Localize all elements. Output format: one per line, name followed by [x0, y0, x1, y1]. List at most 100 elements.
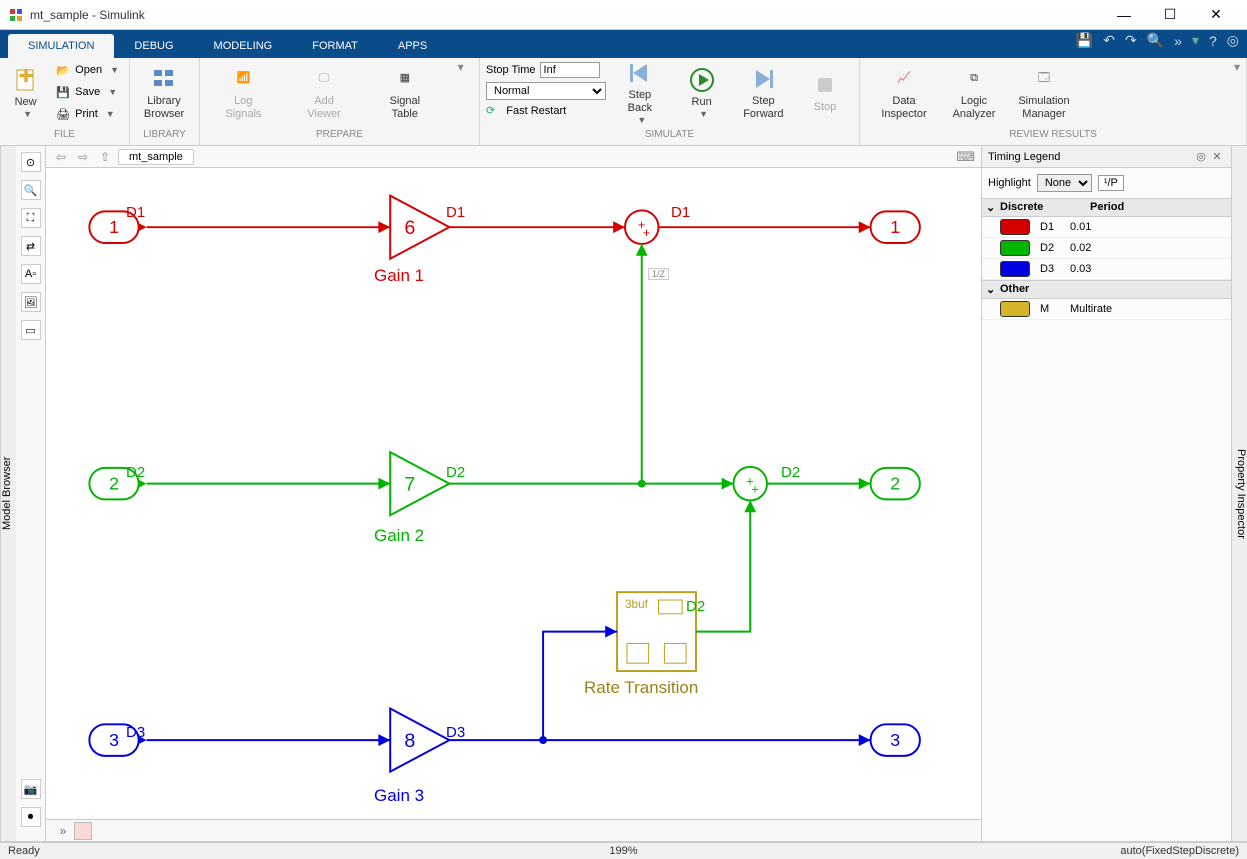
svg-text:✚: ✚ [18, 67, 33, 86]
status-solver[interactable]: auto(FixedStepDiscrete) [724, 845, 1240, 857]
legend-gear-icon[interactable]: ◎ [1193, 150, 1209, 163]
canvas-palette: ⊙ 🔍 ⛶ ⇄ A▫ 🖼 ▭ 📷 ⏺ [16, 146, 46, 841]
title-bar: mt_sample - Simulink — ☐ ✕ [0, 0, 1247, 30]
svg-text:3: 3 [109, 730, 119, 750]
simulation-manager-button[interactable]: 🗔Simulation Manager [1016, 60, 1072, 126]
qat-undo-icon[interactable]: ↶ [1103, 32, 1115, 49]
legend-period: Multirate [1070, 303, 1227, 315]
period-toggle-button[interactable]: ¹/P [1098, 175, 1124, 191]
open-button[interactable]: 📂Open▼ [51, 60, 123, 80]
tab-apps[interactable]: APPS [378, 34, 447, 58]
legend-period: 0.03 [1070, 263, 1227, 275]
period-header: Period [1090, 201, 1124, 214]
qat-help-icon[interactable]: ? [1209, 33, 1217, 49]
run-icon [688, 66, 716, 94]
tab-debug[interactable]: DEBUG [114, 34, 193, 58]
svg-text:8: 8 [404, 730, 415, 752]
step-back-button[interactable]: Step Back▼ [612, 60, 668, 126]
print-button[interactable]: 🖨Print▼ [51, 104, 123, 124]
fast-restart-button[interactable]: ⟳ Fast Restart [486, 104, 606, 117]
other-collapse[interactable]: ⌄ [986, 283, 1000, 296]
legend-period: 0.01 [1070, 221, 1227, 233]
signal-table-button[interactable]: ▦Signal Table [377, 60, 433, 126]
add-viewer-button[interactable]: 🖵Add Viewer [296, 60, 352, 126]
main-area: Model Browser ⊙ 🔍 ⛶ ⇄ A▫ 🖼 ▭ 📷 ⏺ ⇦ ⇨ ⇧ m… [0, 146, 1247, 842]
status-zoom[interactable]: 199% [524, 845, 724, 857]
discrete-collapse[interactable]: ⌄ [986, 201, 1000, 214]
log-signals-button[interactable]: 📶Log Signals [215, 60, 271, 126]
palette-annotation-icon[interactable]: A▫ [21, 264, 41, 284]
logic-analyzer-button[interactable]: ⧉Logic Analyzer [946, 60, 1002, 126]
minimize-button[interactable]: — [1101, 0, 1147, 30]
sig-d2-c: D2 [781, 464, 800, 481]
step-forward-button[interactable]: Step Forward [736, 60, 792, 126]
qat-redo-icon[interactable]: ↷ [1125, 32, 1137, 49]
close-button[interactable]: ✕ [1193, 0, 1239, 30]
maximize-button[interactable]: ☐ [1147, 0, 1193, 30]
legend-close-icon[interactable]: ✕ [1209, 150, 1225, 163]
legend-row[interactable]: M Multirate [982, 299, 1231, 320]
palette-image-icon[interactable]: 🖼 [21, 292, 41, 312]
footer-diagnostics-button[interactable] [74, 822, 92, 840]
highlight-select[interactable]: None [1037, 174, 1092, 192]
library-browser-button[interactable]: Library Browser [136, 60, 192, 126]
stop-button[interactable]: Stop [797, 60, 853, 126]
data-inspector-button[interactable]: 📈Data Inspector [876, 60, 932, 126]
app-icon [8, 7, 24, 23]
svg-text:6: 6 [404, 217, 415, 239]
qat-more-icon[interactable]: » [1174, 33, 1182, 49]
svg-text:+: + [643, 225, 650, 240]
palette-area-icon[interactable]: ▭ [21, 320, 41, 340]
save-button[interactable]: 💾Save▼ [51, 82, 123, 102]
tab-simulation[interactable]: SIMULATION [8, 34, 114, 58]
palette-highlight-icon[interactable]: ⇄ [21, 236, 41, 256]
legend-swatch [1000, 240, 1030, 256]
run-button[interactable]: Run▼ [674, 60, 730, 126]
svg-text:3buf: 3buf [625, 597, 649, 611]
step-back-icon [626, 60, 654, 87]
data-inspector-icon: 📈 [890, 65, 918, 93]
qat-settings-icon[interactable]: ◎ [1227, 32, 1239, 49]
prepare-expand[interactable]: ▾ [458, 60, 464, 74]
review-expand[interactable]: ▾ [1234, 60, 1240, 74]
nav-up-icon[interactable]: ⇧ [96, 148, 114, 166]
svg-text:7: 7 [404, 474, 415, 496]
legend-swatch [1000, 219, 1030, 235]
fast-restart-icon: ⟳ [486, 104, 495, 117]
stop-time-input[interactable] [540, 62, 600, 78]
add-viewer-icon: 🖵 [310, 65, 338, 93]
tab-format[interactable]: FORMAT [292, 34, 378, 58]
nav-back-icon[interactable]: ⇦ [52, 148, 70, 166]
legend-name: D3 [1040, 263, 1070, 275]
legend-row[interactable]: D3 0.03 [982, 259, 1231, 280]
breadcrumb-tab[interactable]: mt_sample [118, 149, 194, 165]
palette-snapshot-icon[interactable]: 📷 [21, 779, 41, 799]
other-header: Other [1000, 283, 1029, 296]
palette-fit-view-icon[interactable]: ⛶ [21, 208, 41, 228]
quick-access-toolbar: 💾 ↶ ↷ 🔍 » ▾ ? ◎ [1076, 32, 1239, 49]
gain1-label: Gain 1 [374, 266, 424, 286]
highlight-label: Highlight [988, 177, 1031, 189]
footer-expand[interactable]: » [52, 824, 74, 838]
tab-modeling[interactable]: MODELING [194, 34, 293, 58]
canvas-footer: » [46, 819, 981, 841]
legend-name: D1 [1040, 221, 1070, 233]
keyboard-icon[interactable]: ⌨ [956, 149, 975, 165]
property-inspector-sidebar[interactable]: Property Inspector [1231, 146, 1247, 841]
model-browser-sidebar[interactable]: Model Browser [0, 146, 16, 841]
qat-search-icon[interactable]: 🔍 [1147, 32, 1164, 49]
sim-mode-select[interactable]: Normal [486, 82, 606, 100]
open-icon: 📂 [55, 62, 71, 78]
legend-row[interactable]: D2 0.02 [982, 238, 1231, 259]
palette-fit-icon[interactable]: ⊙ [21, 152, 41, 172]
block-diagram-canvas[interactable]: 123123678++++3buf Gain 1 Gain 2 Gain 3 R… [46, 168, 981, 819]
nav-fwd-icon[interactable]: ⇨ [74, 148, 92, 166]
new-button[interactable]: ✚ New ▼ [6, 60, 45, 126]
timing-legend-panel: Timing Legend ◎ ✕ Highlight None ¹/P ⌄ D… [981, 146, 1231, 841]
sig-d2-rt: D2 [686, 598, 705, 615]
palette-zoom-icon[interactable]: 🔍 [21, 180, 41, 200]
qat-save-icon[interactable]: 💾 [1076, 32, 1093, 49]
legend-row[interactable]: D1 0.01 [982, 217, 1231, 238]
group-review-label: REVIEW RESULTS [866, 129, 1240, 145]
palette-record-icon[interactable]: ⏺ [21, 807, 41, 827]
